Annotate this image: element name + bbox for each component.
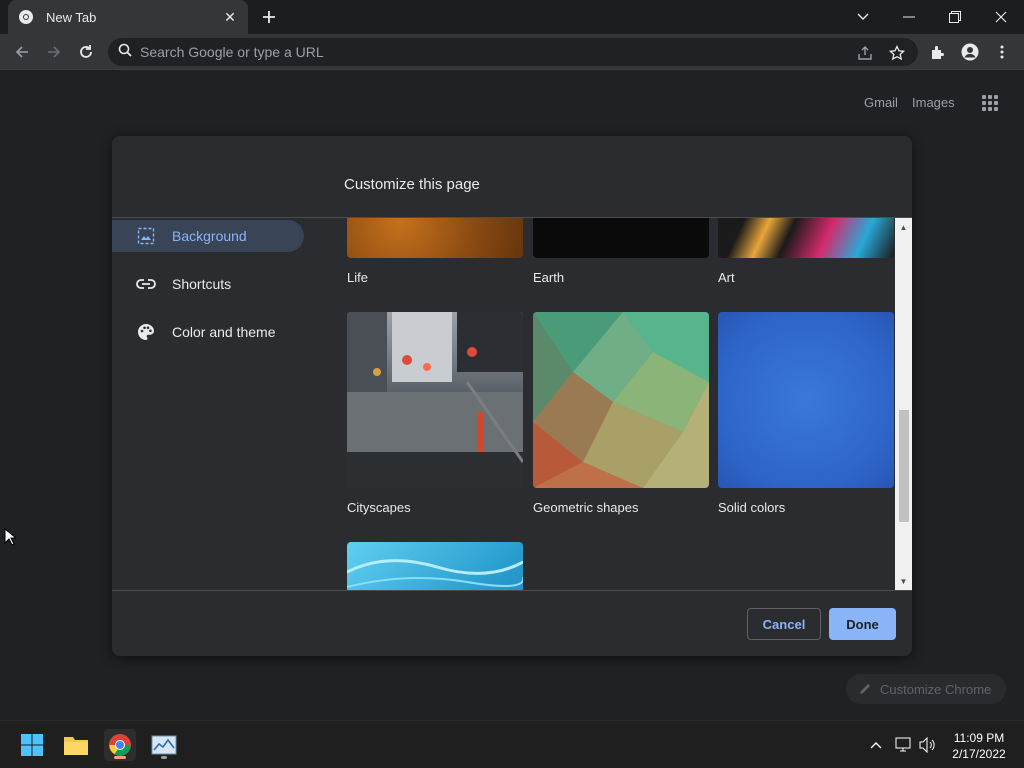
active-indicator: [114, 756, 126, 759]
chrome-icon: [18, 9, 34, 25]
geometric-image: [533, 312, 709, 488]
chrome-taskbar-icon[interactable]: [104, 729, 136, 761]
collection-tile-geometric-shapes[interactable]: [533, 312, 709, 488]
search-icon: [118, 43, 132, 62]
google-apps-icon[interactable]: [982, 95, 998, 111]
seascape-image: [347, 542, 523, 590]
sidebar-item-shortcuts[interactable]: Shortcuts: [112, 268, 304, 300]
done-button[interactable]: Done: [829, 608, 896, 640]
sidebar-item-label: Background: [172, 228, 247, 244]
open-indicator: [161, 756, 167, 759]
toolbar: Search Google or type a URL: [0, 34, 1024, 70]
title-bar: New Tab ✕: [0, 0, 1024, 34]
volume-icon[interactable]: [918, 735, 938, 755]
chevron-up-icon[interactable]: [866, 735, 886, 755]
customize-chrome-label: Customize Chrome: [880, 681, 992, 697]
omnibox-placeholder: Search Google or type a URL: [140, 44, 324, 60]
collection-tile-art[interactable]: [718, 218, 894, 258]
system-clock[interactable]: 11:09 PM 2/17/2022: [944, 730, 1014, 762]
tab-title: New Tab: [46, 9, 97, 25]
window-close-icon[interactable]: [988, 4, 1014, 30]
collection-tile-earth[interactable]: [533, 218, 709, 258]
share-icon[interactable]: [856, 44, 874, 62]
cityscape-image: [347, 312, 523, 488]
collection-tile-seascapes[interactable]: [347, 542, 523, 590]
gmail-link[interactable]: Gmail: [864, 95, 898, 110]
forward-icon[interactable]: [42, 40, 66, 64]
sidebar-item-label: Shortcuts: [172, 276, 232, 292]
bookmark-star-icon[interactable]: [888, 44, 906, 62]
scroll-thumb[interactable]: [899, 410, 909, 522]
sidebar-item-label: Color and theme: [172, 324, 276, 340]
tab-search-icon[interactable]: [850, 4, 876, 30]
windows-start-icon[interactable]: [16, 729, 48, 761]
collection-label: Earth: [533, 270, 565, 285]
new-tab-button[interactable]: [258, 6, 280, 28]
collection-tile-life[interactable]: [347, 218, 523, 258]
tab-new-tab[interactable]: New Tab ✕: [8, 0, 248, 34]
close-icon[interactable]: ✕: [222, 9, 238, 25]
customize-dialog: Customize this page Background Shortcuts…: [112, 136, 912, 656]
mouse-cursor-icon: [4, 527, 18, 551]
omnibox[interactable]: Search Google or type a URL: [108, 38, 918, 66]
link-icon: [136, 274, 156, 294]
image-icon: [136, 226, 156, 246]
taskbar: 11:09 PM 2/17/2022: [0, 720, 1024, 768]
collection-label: Solid colors: [718, 500, 786, 515]
cancel-button[interactable]: Cancel: [747, 608, 821, 640]
sidebar-item-color-and-theme[interactable]: Color and theme: [112, 316, 304, 348]
menu-icon[interactable]: [990, 40, 1014, 64]
reload-icon[interactable]: [74, 40, 98, 64]
task-manager-icon[interactable]: [148, 729, 180, 761]
clock-time: 11:09 PM: [953, 731, 1005, 745]
restore-icon[interactable]: [942, 4, 968, 30]
profile-icon[interactable]: [958, 40, 982, 64]
scrollbar[interactable]: ▲ ▼: [895, 218, 912, 590]
collection-label: Geometric shapes: [533, 500, 639, 515]
collection-tile-solid-colors[interactable]: [718, 312, 894, 488]
extensions-icon[interactable]: [926, 40, 950, 64]
scroll-up-icon[interactable]: ▲: [895, 220, 912, 234]
collection-tile-cityscapes[interactable]: [347, 312, 523, 488]
network-icon[interactable]: [894, 735, 914, 755]
back-icon[interactable]: [10, 40, 34, 64]
clock-date: 2/17/2022: [952, 747, 1006, 761]
customize-chrome-button[interactable]: Customize Chrome: [846, 674, 1006, 704]
file-explorer-icon[interactable]: [60, 729, 92, 761]
collection-label: Art: [718, 270, 735, 285]
dialog-title: Customize this page: [344, 176, 480, 193]
scroll-down-icon[interactable]: ▼: [895, 574, 912, 588]
background-collections: Life Earth Art Cityscapes Geometric shap…: [338, 218, 898, 590]
sidebar-item-background[interactable]: Background: [112, 220, 304, 252]
collection-label: Cityscapes: [347, 500, 411, 515]
images-link[interactable]: Images: [912, 95, 955, 110]
dialog-divider: [112, 590, 912, 591]
collection-label: Life: [347, 270, 368, 285]
pencil-icon: [858, 682, 872, 696]
minimize-icon[interactable]: [896, 4, 922, 30]
palette-icon: [136, 322, 156, 342]
